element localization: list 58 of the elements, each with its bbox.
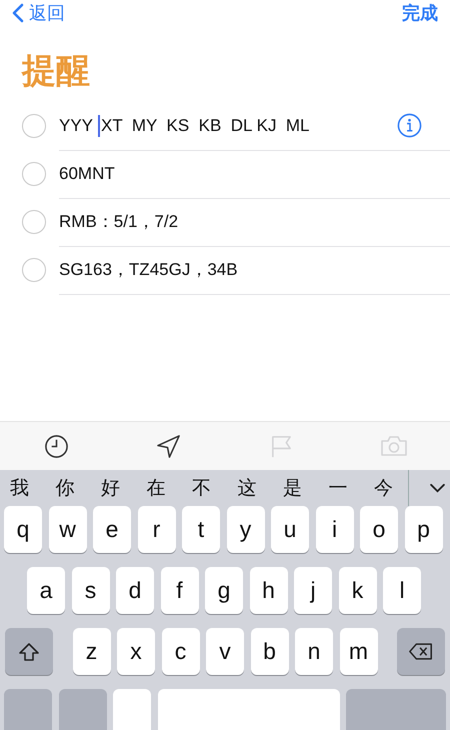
shift-icon <box>18 642 40 662</box>
letter-key[interactable]: m <box>340 628 378 675</box>
letter-key[interactable]: v <box>206 628 244 675</box>
space-key[interactable] <box>158 689 340 730</box>
letter-key[interactable]: n <box>295 628 333 675</box>
done-button[interactable]: 完成 <box>402 1 438 25</box>
letter-key[interactable]: w <box>48 506 86 553</box>
letter-key[interactable]: r <box>138 506 176 553</box>
back-button[interactable]: 返回 <box>12 1 65 25</box>
backspace-icon <box>408 642 434 661</box>
letter-key[interactable]: c <box>162 628 200 675</box>
letter-key[interactable]: e <box>93 506 131 553</box>
letter-key[interactable]: q <box>4 506 42 553</box>
candidate-word[interactable]: 是 <box>283 475 328 501</box>
info-icon[interactable] <box>397 113 422 138</box>
letter-key[interactable]: j <box>294 567 332 614</box>
checkbox-circle[interactable] <box>22 210 46 234</box>
candidate-word[interactable]: 我 <box>10 475 56 501</box>
chevron-left-icon <box>12 3 24 23</box>
letter-key[interactable]: z <box>72 628 110 675</box>
letter-key[interactable]: y <box>226 506 264 553</box>
letter-key[interactable]: k <box>338 567 376 614</box>
reminder-text: RMB：5/1，7/2 <box>59 211 178 233</box>
letter-key[interactable]: p <box>404 506 442 553</box>
location-arrow-icon[interactable] <box>156 434 182 458</box>
checkbox-circle[interactable] <box>22 258 46 282</box>
candidate-word[interactable]: 一 <box>328 475 374 501</box>
candidate-word[interactable]: 这 <box>238 475 283 501</box>
letter-key[interactable]: t <box>182 506 220 553</box>
reminder-text: 60MNT <box>59 164 115 184</box>
candidate-word[interactable]: 你 <box>56 475 101 501</box>
checkbox-circle[interactable] <box>22 162 46 186</box>
candidate-word[interactable]: 在 <box>146 475 192 501</box>
checkbox-circle[interactable] <box>22 114 46 138</box>
letter-key[interactable]: h <box>250 567 288 614</box>
letter-key[interactable]: g <box>205 567 243 614</box>
text-cursor <box>98 114 100 136</box>
candidate-word[interactable]: 不 <box>192 475 238 501</box>
letter-key[interactable]: o <box>360 506 398 553</box>
letter-key[interactable]: l <box>383 567 421 614</box>
letter-key[interactable]: x <box>117 628 155 675</box>
letter-key[interactable]: s <box>72 567 110 614</box>
letter-key[interactable]: i <box>316 506 354 553</box>
shift-key[interactable] <box>5 628 53 675</box>
letter-key[interactable]: f <box>160 567 198 614</box>
letter-key[interactable]: a <box>27 567 65 614</box>
candidate-word[interactable]: 好 <box>101 475 146 501</box>
list-title: 提醒 <box>20 51 91 92</box>
backspace-key[interactable] <box>397 628 445 675</box>
reminder-text: SG163，TZ45GJ，34B <box>59 259 238 281</box>
candidate-word[interactable]: 今 <box>374 475 420 501</box>
letter-key[interactable]: u <box>271 506 309 553</box>
chevron-down-icon[interactable] <box>428 482 446 494</box>
letter-key[interactable]: b <box>250 628 288 675</box>
reminder-text: XT MY KS KB DL KJ ML <box>101 116 310 136</box>
clock-icon[interactable] <box>44 434 69 458</box>
letter-key[interactable]: d <box>116 567 154 614</box>
reminder-text: YYY <box>59 116 94 136</box>
